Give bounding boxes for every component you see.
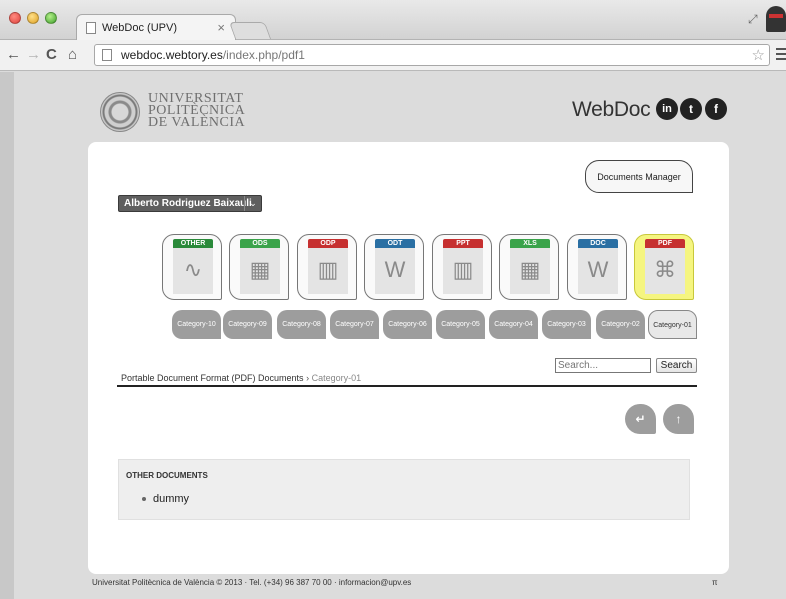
tab-close-icon[interactable]: × xyxy=(217,20,225,35)
bullet xyxy=(142,497,146,501)
document-thumbnail-icon: ▦ xyxy=(510,248,550,294)
category-tab-category-01[interactable]: Category-01 xyxy=(648,310,697,339)
site-brand: WebDoc xyxy=(572,98,651,121)
type-card-ods[interactable]: ODS ▦ xyxy=(229,234,289,300)
type-card-pdf[interactable]: PDF ⌘ xyxy=(634,234,694,300)
address-bar[interactable]: webdoc.webtory.es/index.php/pdf1 ☆ xyxy=(94,44,770,66)
browser-toolbar: ← → C ⌂ webdoc.webtory.es/index.php/pdf1… xyxy=(0,40,786,71)
file-type-icon: W xyxy=(384,257,406,282)
url-text[interactable]: webdoc.webtory.es/index.php/pdf1 xyxy=(121,48,305,62)
other-documents-title: OTHER DOCUMENTS xyxy=(126,471,208,480)
document-thumbnail-icon: ▥ xyxy=(443,248,483,294)
fullscreen-icon[interactable]: ⤢ xyxy=(748,12,758,27)
type-label: OTHER xyxy=(173,239,213,248)
footer-pi-link[interactable]: π xyxy=(712,578,718,587)
breadcrumb-separator: › xyxy=(306,373,310,383)
type-card-doc[interactable]: DOC W xyxy=(567,234,627,300)
up-button[interactable]: ↑ xyxy=(663,404,694,434)
breadcrumb-current: Category-01 xyxy=(311,373,362,383)
browser-menu-icon[interactable] xyxy=(776,48,786,60)
type-label: XLS xyxy=(510,239,550,248)
category-tab-category-06[interactable]: Category-06 xyxy=(383,310,432,339)
twitter-icon[interactable]: t xyxy=(680,98,702,120)
zoom-window-button[interactable] xyxy=(45,12,57,24)
home-button[interactable]: ⌂ xyxy=(68,46,77,64)
breadcrumb: Portable Document Format (PDF) Documents… xyxy=(121,373,361,383)
file-type-icon: ▥ xyxy=(452,257,474,282)
documents-manager-button[interactable]: Documents Manager xyxy=(585,160,693,193)
return-button[interactable]: ↵ xyxy=(625,404,656,434)
user-selector[interactable]: Alberto Rodriguez Baixauli ⌄ xyxy=(118,195,262,212)
document-thumbnail-icon: W xyxy=(578,248,618,294)
document-thumbnail-icon: ⌘ xyxy=(645,248,685,294)
file-type-icon: ▦ xyxy=(519,257,541,282)
search-input[interactable] xyxy=(555,358,651,373)
type-label: ODT xyxy=(375,239,415,248)
user-name: Alberto Rodriguez Baixauli xyxy=(124,198,252,209)
type-label: PDF xyxy=(645,239,685,248)
breadcrumb-section[interactable]: Portable Document Format (PDF) Documents xyxy=(121,373,304,383)
linkedin-icon[interactable]: in xyxy=(656,98,678,120)
other-documents-panel: OTHER DOCUMENTS dummy xyxy=(118,459,690,520)
reload-button[interactable]: C xyxy=(46,46,57,64)
university-seal-logo xyxy=(100,92,140,132)
document-thumbnail-icon: ∿ xyxy=(173,248,213,294)
type-label: ODS xyxy=(240,239,280,248)
close-window-button[interactable] xyxy=(9,12,21,24)
forward-button[interactable]: → xyxy=(26,46,41,64)
type-card-odp[interactable]: ODP ▥ xyxy=(297,234,357,300)
file-type-icon: ∿ xyxy=(183,257,203,282)
category-tab-category-09[interactable]: Category-09 xyxy=(223,310,272,339)
file-type-icon: W xyxy=(587,257,609,282)
category-tab-category-02[interactable]: Category-02 xyxy=(596,310,645,339)
search-button[interactable]: Search xyxy=(656,358,697,373)
category-tab-category-05[interactable]: Category-05 xyxy=(436,310,485,339)
window-titlebar: WebDoc (UPV) × ⤢ xyxy=(0,0,786,41)
category-tab-category-03[interactable]: Category-03 xyxy=(542,310,591,339)
type-label: PPT xyxy=(443,239,483,248)
back-button[interactable]: ← xyxy=(6,46,21,64)
type-label: DOC xyxy=(578,239,618,248)
page-icon xyxy=(86,22,96,34)
bookmark-star-icon[interactable]: ☆ xyxy=(752,46,765,64)
minimize-window-button[interactable] xyxy=(27,12,39,24)
category-tab-category-04[interactable]: Category-04 xyxy=(489,310,538,339)
profile-avatar-icon[interactable] xyxy=(766,6,786,32)
category-tab-category-07[interactable]: Category-07 xyxy=(330,310,379,339)
divider xyxy=(117,385,697,387)
document-link[interactable]: dummy xyxy=(153,493,189,505)
document-thumbnail-icon: ▥ xyxy=(308,248,348,294)
type-card-other[interactable]: OTHER ∿ xyxy=(162,234,222,300)
file-type-icon: ▥ xyxy=(317,257,339,282)
type-card-odt[interactable]: ODT W xyxy=(364,234,424,300)
tab-title: WebDoc (UPV) xyxy=(102,22,177,34)
type-card-xls[interactable]: XLS ▦ xyxy=(499,234,559,300)
new-tab-button[interactable] xyxy=(228,22,272,39)
type-card-ppt[interactable]: PPT ▥ xyxy=(432,234,492,300)
facebook-icon[interactable]: f xyxy=(705,98,727,120)
university-name: UNIVERSITAT POLITÈCNICA DE VALÈNCIA xyxy=(148,91,246,130)
browser-tab[interactable]: WebDoc (UPV) × xyxy=(76,14,236,41)
document-thumbnail-icon: ▦ xyxy=(240,248,280,294)
category-tab-category-08[interactable]: Category-08 xyxy=(277,310,326,339)
file-type-icon: ▦ xyxy=(249,257,271,282)
page-icon xyxy=(102,49,112,61)
page-left-margin xyxy=(0,72,14,599)
file-type-icon: ⌘ xyxy=(654,257,676,282)
footer-text: Universitat Politècnica de València © 20… xyxy=(92,578,412,587)
category-tab-category-10[interactable]: Category-10 xyxy=(172,310,221,339)
document-thumbnail-icon: W xyxy=(375,248,415,294)
type-label: ODP xyxy=(308,239,348,248)
chevron-down-icon[interactable]: ⌄ xyxy=(244,196,261,211)
